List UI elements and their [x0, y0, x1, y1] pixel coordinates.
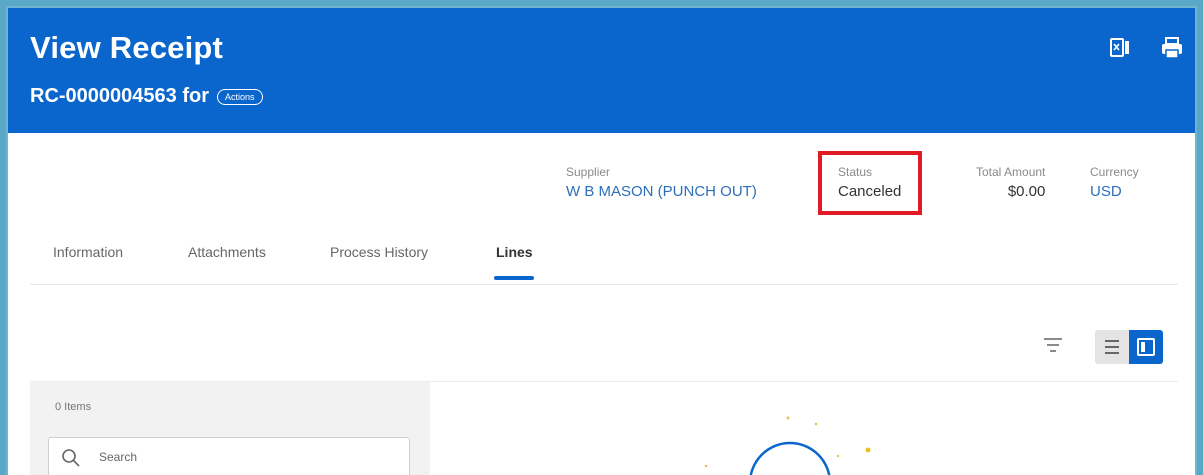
list-view-button[interactable] — [1095, 330, 1129, 364]
currency-field: Currency USD — [1090, 165, 1139, 200]
supplier-field: Supplier W B MASON (PUNCH OUT) — [566, 165, 757, 200]
detail-view-icon — [1137, 338, 1155, 356]
supplier-link[interactable]: W B MASON (PUNCH OUT) — [566, 183, 757, 200]
receipt-subtitle: RC-0000004563 for Actions — [30, 85, 263, 108]
tab-process-history[interactable]: Process History — [330, 244, 428, 260]
total-amount-field: Total Amount $0.00 — [976, 165, 1045, 200]
receipt-id: RC-0000004563 for — [30, 85, 209, 107]
tabs-divider — [30, 284, 1178, 285]
supplier-label: Supplier — [566, 165, 611, 179]
tab-attachments[interactable]: Attachments — [188, 244, 266, 260]
search-placeholder: Search — [99, 450, 138, 464]
total-amount-label: Total Amount — [976, 165, 1046, 179]
active-tab-indicator — [494, 276, 534, 280]
empty-state-illustration-icon — [704, 416, 871, 475]
print-icon[interactable] — [1160, 36, 1184, 60]
currency-label: Currency — [1090, 165, 1139, 179]
app-frame: View Receipt RC-0000004563 for Actions S… — [8, 8, 1195, 475]
lines-list-panel: 0 Items Search — [30, 382, 430, 475]
actions-button[interactable]: Actions — [217, 88, 263, 105]
items-count: 0 Items — [55, 401, 92, 413]
detail-view-button[interactable] — [1129, 330, 1163, 364]
currency-value[interactable]: USD — [1090, 183, 1139, 200]
search-input[interactable]: Search — [48, 437, 410, 475]
total-amount-value: $0.00 — [1007, 183, 1046, 200]
tab-lines[interactable]: Lines — [496, 244, 533, 260]
page-header: View Receipt RC-0000004563 for Actions — [8, 8, 1195, 133]
filter-icon[interactable] — [1043, 336, 1063, 354]
search-icon — [62, 449, 80, 467]
export-to-excel-icon[interactable] — [1108, 36, 1132, 60]
tab-information[interactable]: Information — [53, 244, 123, 260]
tab-bar: Information Attachments Process History … — [8, 244, 1195, 284]
status-highlight-box — [818, 151, 922, 215]
list-view-icon — [1105, 340, 1119, 354]
page-title: View Receipt — [30, 30, 224, 65]
